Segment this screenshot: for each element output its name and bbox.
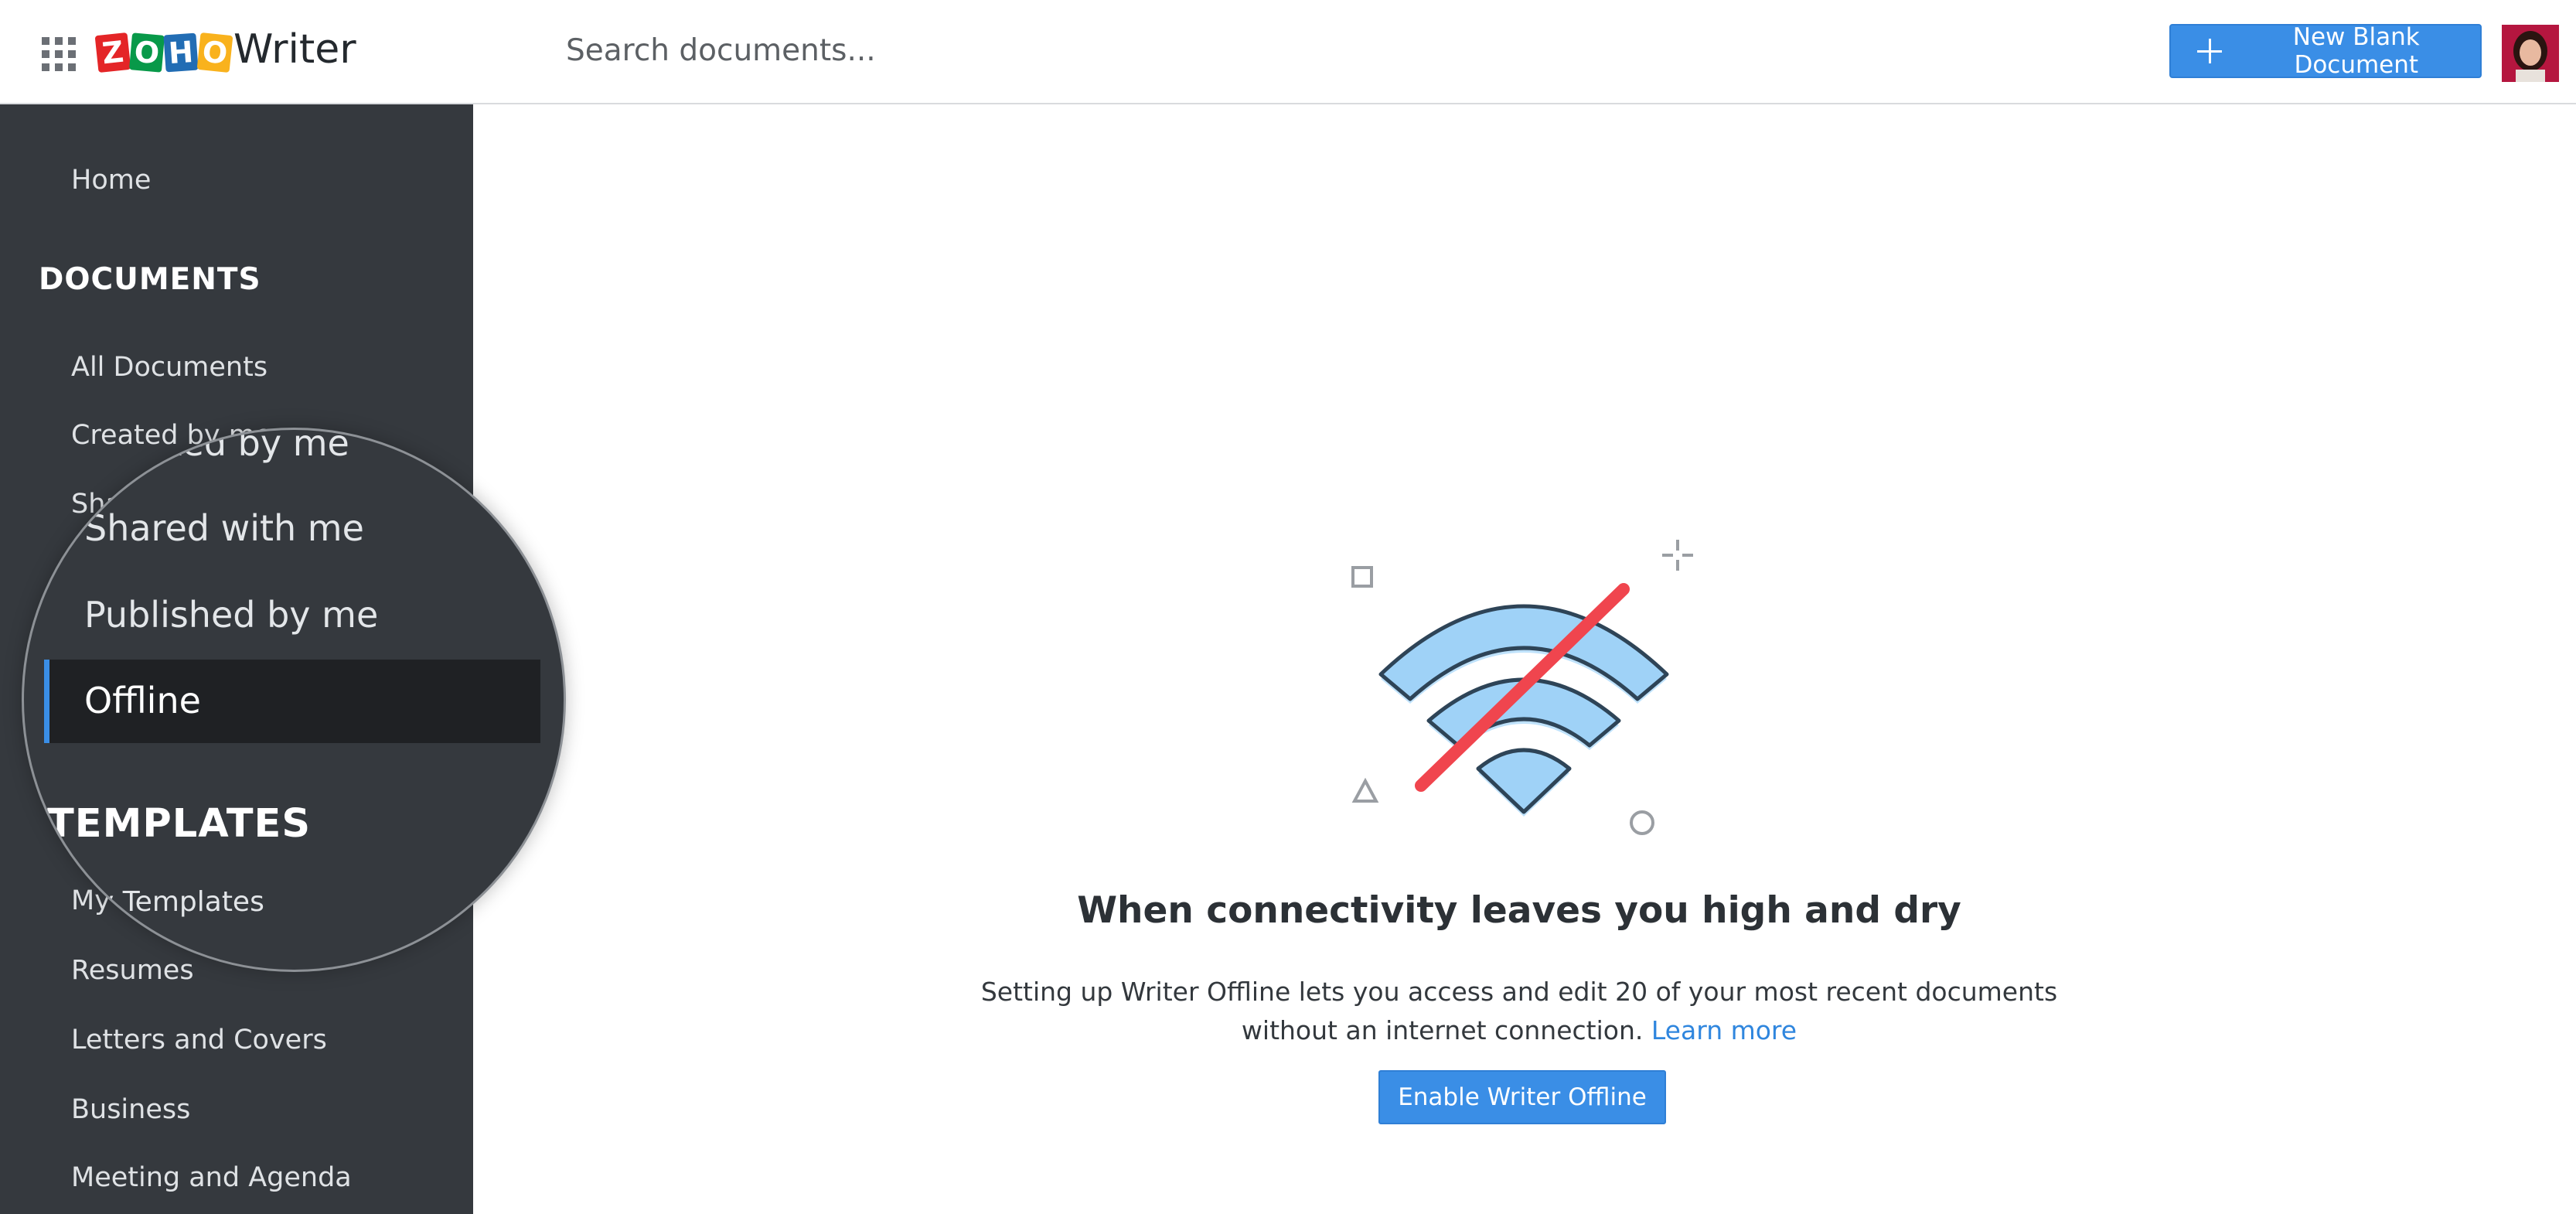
plus-icon (2197, 39, 2222, 63)
square-shape (1351, 566, 1373, 588)
sidebar-item-label: Offline (84, 680, 201, 721)
new-document-label: New Blank Document (2292, 23, 2420, 79)
sidebar-item-home[interactable]: Home (71, 165, 151, 196)
logo-letter: H (163, 32, 199, 73)
app-name: Writer (233, 26, 356, 73)
avatar[interactable] (2502, 25, 2559, 82)
app-grid-icon[interactable] (42, 37, 76, 71)
search-input[interactable] (555, 23, 1560, 77)
description-line-1: Setting up Writer Offline lets you acces… (980, 977, 2058, 1007)
sidebar-item-meeting-and-agenda[interactable]: Meeting and Agenda (71, 1162, 352, 1193)
description-line-2: without an internet connection. Learn mo… (850, 1011, 2188, 1050)
triangle-shape (1351, 777, 1379, 803)
enable-writer-offline-button[interactable]: Enable Writer Offline (1378, 1070, 1666, 1124)
sidebar-item-published-by-me[interactable]: Published by me (84, 594, 378, 636)
sidebar-item-all-documents[interactable]: All Documents (71, 352, 267, 383)
templates-heading: TEMPLATES (47, 801, 312, 847)
logo-letter: O (128, 32, 165, 73)
circle-shape (1630, 810, 1654, 835)
sidebar-item-business[interactable]: Business (71, 1094, 190, 1125)
top-bar: Z O H O Writer New Blank Document (0, 0, 2576, 104)
sidebar-item-my-templates[interactable]: My Templates (73, 886, 264, 918)
sidebar-item-shared-with-me[interactable]: Shared with me (84, 507, 364, 549)
sidebar-item-letters-and-covers[interactable]: Letters and Covers (71, 1025, 327, 1055)
magnifier-lens: Created by me Shared with me Published b… (22, 428, 566, 972)
offline-description: Setting up Writer Offline lets you acces… (850, 973, 2188, 1050)
logo-letter: O (196, 32, 233, 73)
documents-heading: DOCUMENTS (39, 262, 261, 297)
logo-letter: Z (94, 32, 131, 73)
offline-headline: When connectivity leaves you high and dr… (1077, 889, 1961, 932)
new-blank-document-button[interactable]: New Blank Document (2169, 23, 2482, 79)
sidebar-item-offline[interactable]: Offline (44, 660, 540, 743)
sidebar-item-created-by-me[interactable]: Created by me (86, 430, 349, 464)
learn-more-link[interactable]: Learn more (1651, 1015, 1797, 1045)
sidebar-item-resumes[interactable]: Resumes (71, 955, 194, 986)
active-indicator (44, 660, 49, 743)
description-text: without an internet connection. (1241, 1015, 1644, 1045)
wifi-off-icon (1351, 540, 1693, 835)
sparkle-shape (1662, 540, 1693, 571)
user-avatar-icon (2502, 25, 2559, 82)
